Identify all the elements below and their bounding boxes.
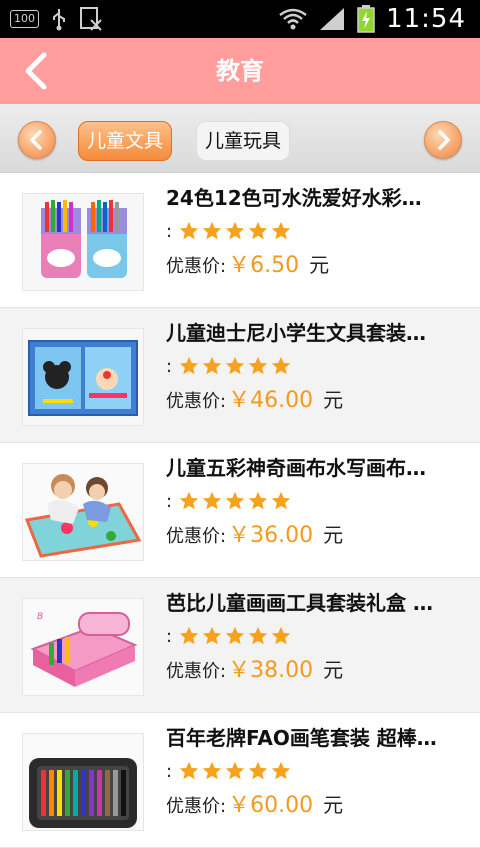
price-value: ￥60.00 (228, 793, 314, 818)
list-item[interactable]: B 芭比儿童画画工具套装礼盒 … : 优惠价: ￥38.00 元 (0, 578, 480, 713)
rating: : (166, 352, 293, 380)
price-row: 优惠价: ￥38.00 元 (166, 652, 343, 684)
product-name: 儿童五彩神奇画布水写画布… (166, 456, 426, 480)
chevron-right-icon (438, 130, 451, 150)
list-item[interactable]: 儿童五彩神奇画布水写画布… : 优惠价: ￥36.00 元 (0, 443, 480, 578)
star-icon (179, 491, 199, 510)
star-icon (248, 761, 268, 780)
product-list: 24色12色可水洗爱好水彩… : 优惠价: ￥6.50 元 儿童迪士尼小学生文具… (0, 173, 480, 848)
star-icon (202, 626, 222, 645)
product-image (22, 193, 144, 291)
price-label: 优惠价: (166, 661, 227, 682)
price-unit: 元 (323, 388, 344, 412)
rating: : (166, 622, 293, 650)
star-icon (271, 761, 291, 780)
price-value: ￥36.00 (228, 523, 314, 548)
star-icon (225, 761, 245, 780)
star-icon (179, 356, 199, 375)
star-icon (202, 761, 222, 780)
product-name: 芭比儿童画画工具套装礼盒 … (166, 591, 433, 615)
rating: : (166, 217, 293, 245)
battery-icon (357, 5, 375, 33)
product-image (22, 463, 144, 561)
price-label: 优惠价: (166, 256, 227, 277)
price-row: 优惠价: ￥46.00 元 (166, 382, 343, 414)
rating-prefix: : (166, 625, 173, 647)
scroll-right-button[interactable] (424, 121, 462, 159)
usb-icon (53, 9, 65, 31)
star-icon (179, 221, 199, 240)
star-icon (202, 356, 222, 375)
star-icon (248, 626, 268, 645)
notification-badge: 100 (10, 10, 39, 28)
product-name: 儿童迪士尼小学生文具套装… (166, 321, 426, 345)
price-value: ￥6.50 (228, 253, 300, 278)
star-icon (248, 491, 268, 510)
price-label: 优惠价: (166, 526, 227, 547)
category-bar: 儿童文具 儿童玩具 (0, 104, 480, 173)
price-label: 优惠价: (166, 796, 227, 817)
star-icon (179, 626, 199, 645)
star-icon (225, 356, 245, 375)
star-icon (225, 221, 245, 240)
list-item[interactable]: 儿童迪士尼小学生文具套装… : 优惠价: ￥46.00 元 (0, 308, 480, 443)
scroll-left-button[interactable] (18, 121, 56, 159)
product-image (22, 328, 144, 426)
price-label: 优惠价: (166, 391, 227, 412)
price-row: 优惠价: ￥6.50 元 (166, 247, 329, 279)
clock: 11:54 (386, 4, 466, 34)
price-value: ￥46.00 (228, 388, 314, 413)
price-value: ￥38.00 (228, 658, 314, 683)
title-bar: 教育 (0, 38, 480, 104)
wifi-icon (279, 8, 307, 30)
rating-prefix: : (166, 490, 173, 512)
rating-prefix: : (166, 760, 173, 782)
tab-kids-stationery[interactable]: 儿童文具 (78, 121, 173, 161)
rating-prefix: : (166, 220, 173, 242)
list-item[interactable]: 24色12色可水洗爱好水彩… : 优惠价: ￥6.50 元 (0, 173, 480, 308)
rating-prefix: : (166, 355, 173, 377)
price-unit: 元 (323, 658, 344, 682)
star-icon (271, 356, 291, 375)
price-unit: 元 (323, 523, 344, 547)
status-bar: 100 11:54 (0, 0, 480, 38)
product-name: 24色12色可水洗爱好水彩… (166, 186, 422, 210)
page-title: 教育 (216, 57, 264, 85)
list-item[interactable]: 百年老牌FAO画笔套装 超棒… : 优惠价: ￥60.00 元 (0, 713, 480, 848)
price-unit: 元 (309, 253, 330, 277)
tab-kids-toys[interactable]: 儿童玩具 (196, 121, 291, 161)
star-icon (225, 626, 245, 645)
chevron-left-icon (29, 130, 42, 150)
sim-icon (80, 7, 102, 31)
star-icon (202, 491, 222, 510)
rating: : (166, 757, 293, 785)
star-icon (271, 626, 291, 645)
product-name: 百年老牌FAO画笔套装 超棒… (166, 726, 437, 750)
star-icon (248, 356, 268, 375)
rating: : (166, 487, 293, 515)
price-row: 优惠价: ￥36.00 元 (166, 517, 343, 549)
star-icon (248, 221, 268, 240)
star-icon (202, 221, 222, 240)
price-unit: 元 (323, 793, 344, 817)
price-row: 优惠价: ￥60.00 元 (166, 787, 343, 819)
svg-text:B: B (37, 612, 43, 622)
product-image: B (22, 598, 144, 696)
star-icon (179, 761, 199, 780)
star-icon (271, 221, 291, 240)
star-icon (271, 491, 291, 510)
product-image (22, 733, 144, 831)
signal-icon (320, 8, 345, 30)
star-icon (225, 491, 245, 510)
